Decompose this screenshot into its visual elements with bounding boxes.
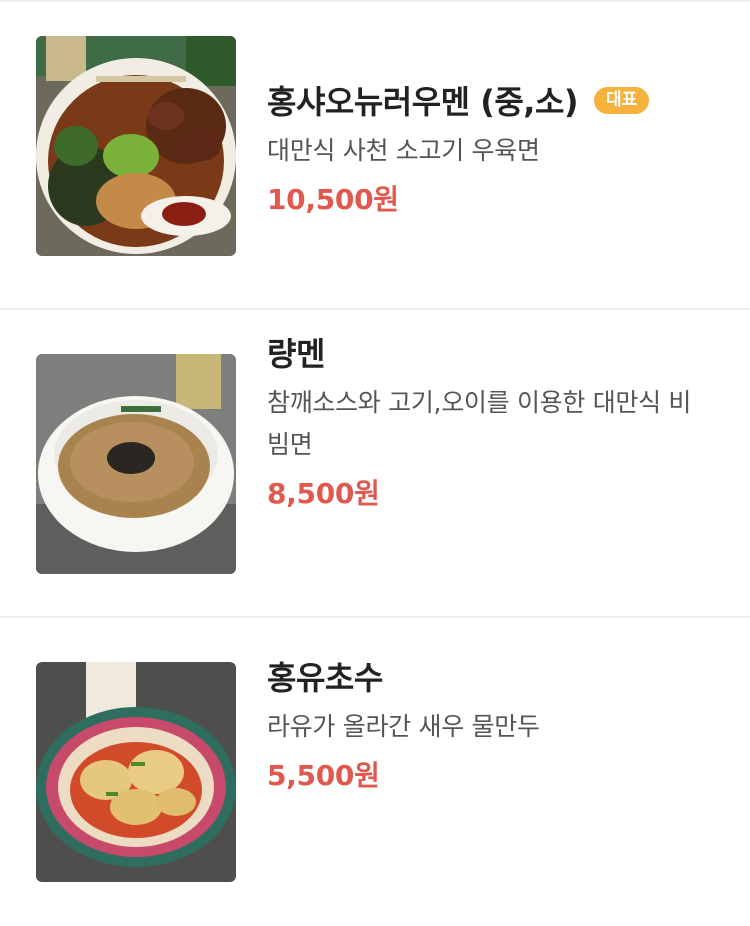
menu-item-description: 라유가 올라간 새우 물만두 (267, 712, 540, 741)
menu-item-photo (36, 662, 236, 882)
menu-item-name: 홍샤오뉴러우멘 (중,소) (267, 83, 579, 121)
menu-item-photo (36, 354, 236, 574)
menu-item-info: 홍샤오뉴러우멘 (중,소) 대표 대만식 사천 소고기 우육면 10,500원 (267, 78, 710, 218)
menu-item-name-row: 홍샤오뉴러우멘 (중,소) 대표 (267, 78, 710, 122)
menu-item-info: 량멘 참깨소스와 고기,오이를 이용한 대만식 비빔면 8,500원 (267, 330, 710, 512)
menu-item-description: 참깨소스와 고기,오이를 이용한 대만식 비빔면 (267, 388, 692, 459)
menu-item-beef-noodle[interactable]: 홍샤오뉴러우멘 (중,소) 대표 대만식 사천 소고기 우육면 10,500원 (0, 2, 750, 310)
menu-item-price: 8,500원 (267, 477, 380, 510)
menu-item-photo (36, 36, 236, 256)
menu-item-name: 량멘 (267, 335, 325, 373)
menu-item-name: 홍유초수 (267, 659, 383, 697)
menu-list: 홍샤오뉴러우멘 (중,소) 대표 대만식 사천 소고기 우육면 10,500원 (0, 2, 750, 926)
menu-item-price: 10,500원 (267, 183, 399, 216)
menu-item-price: 5,500원 (267, 759, 380, 792)
menu-item-description: 대만식 사천 소고기 우육면 (267, 136, 540, 165)
menu-item-name-row: 홍유초수 (267, 654, 710, 698)
menu-item-hong-you-chao-shou[interactable]: 홍유초수 라유가 올라간 새우 물만두 5,500원 (0, 618, 750, 926)
menu-item-info: 홍유초수 라유가 올라간 새우 물만두 5,500원 (267, 654, 710, 794)
signature-badge: 대표 (594, 86, 650, 114)
menu-item-liang-mian[interactable]: 량멘 참깨소스와 고기,오이를 이용한 대만식 비빔면 8,500원 (0, 310, 750, 618)
menu-item-name-row: 량멘 (267, 330, 710, 374)
